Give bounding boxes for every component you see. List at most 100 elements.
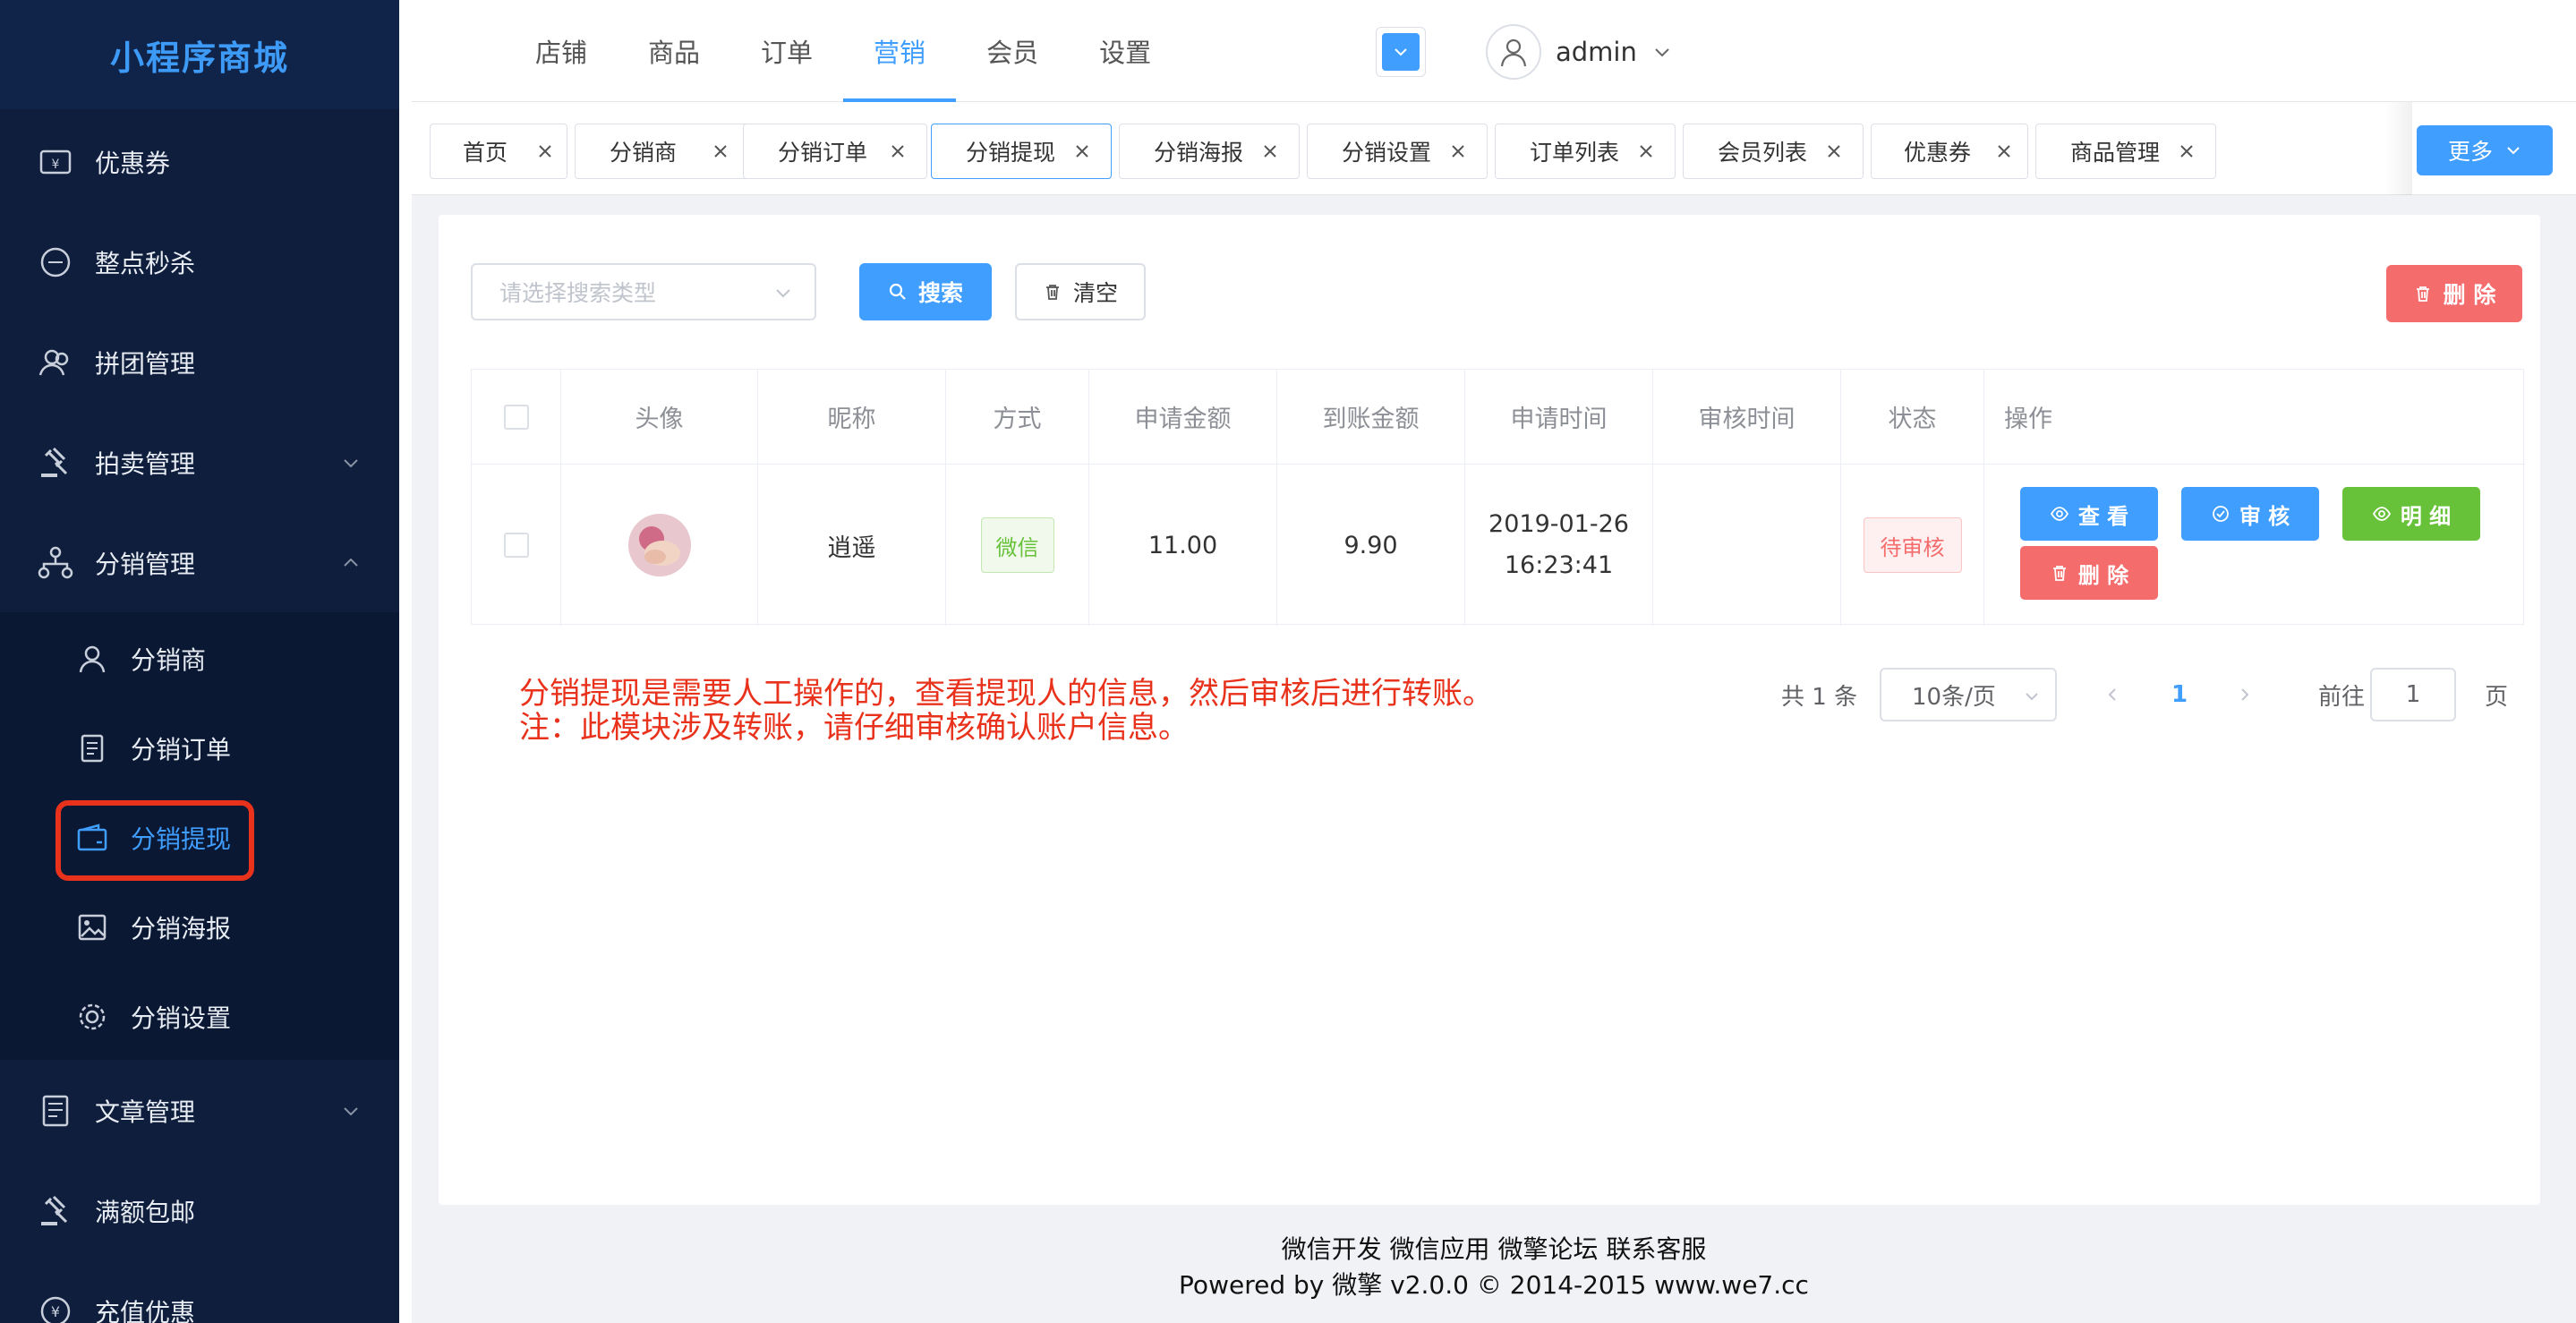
search-button[interactable]: 搜索 [859,263,992,320]
sidebar-item-label: 拼团管理 [95,349,196,379]
sidebar-item-label: 文章管理 [95,1097,196,1127]
sidebar-subitem-label: 分销商 [131,645,207,675]
tag-member-list[interactable]: 会员列表 [1683,124,1864,179]
tab-shop[interactable]: 店铺 [505,0,618,102]
highlight-annotation [55,800,254,881]
flash-sale-icon [40,247,71,277]
tag-label: 分销订单 [778,140,868,166]
sidebar-item-group-buy[interactable]: 拼团管理 [0,322,399,403]
goto-label: 前往 [2318,683,2366,711]
avatar [627,514,691,576]
close-icon[interactable] [1261,142,1279,160]
clear-button-label: 清空 [1072,280,1118,306]
close-icon[interactable] [536,142,554,160]
tab-settings[interactable]: 设置 [1069,0,1181,102]
user-menu[interactable]: admin [1486,23,1673,81]
close-icon[interactable] [1449,142,1467,160]
close-icon[interactable] [1073,142,1091,160]
table-cell-review-time [1653,465,1841,626]
review-button[interactable]: 审 核 [2181,487,2319,541]
prev-page-button[interactable] [2103,668,2121,721]
search-type-select[interactable]: 请选择搜索类型 [471,263,816,320]
tag-home[interactable]: 首页 [430,124,567,179]
sidebar-item-article[interactable]: 文章管理 [0,1071,399,1151]
close-icon[interactable] [2178,142,2196,160]
page-size-select[interactable]: 10条/页 [1880,668,2057,721]
page-number-current[interactable]: 1 [2171,668,2188,721]
article-icon [42,1095,69,1127]
tag-distribution-order[interactable]: 分销订单 [743,124,927,179]
withdrawal-table: 头像 昵称 方式 申请金额 到账金额 申请时间 审核时间 状态 操作 逍遥 微信 [471,369,2525,626]
detail-button[interactable]: 明 细 [2342,487,2480,541]
note-line-1: 分销提现是需要人工操作的，查看提现人的信息，然后审核后进行转账。 [519,676,1493,712]
tab-orders[interactable]: 订单 [730,0,843,102]
close-icon[interactable] [1637,142,1655,160]
sidebar-item-free-shipping[interactable]: 满额包邮 [0,1171,399,1251]
tag-label: 订单列表 [1530,140,1620,166]
search-icon [889,283,906,300]
more-tags-button[interactable]: 更多 [2417,125,2553,175]
tag-label: 分销商 [610,140,678,166]
tag-label: 首页 [463,140,508,166]
tab-marketing[interactable]: 营销 [843,0,957,102]
close-icon[interactable] [889,142,907,160]
trash-icon [2052,566,2066,581]
table-header: 状态 [1841,370,1984,465]
distribution-icon [38,546,73,579]
annotation-note: 分销提现是需要人工操作的，查看提现人的信息，然后审核后进行转账。 注：此模块涉及… [519,677,1493,745]
tag-label: 优惠券 [1904,140,1972,166]
tag-withdrawal[interactable]: 分销提现 [931,124,1112,179]
view-button[interactable]: 查 看 [2020,487,2158,541]
tab-members[interactable]: 会员 [956,0,1069,102]
chevron-down-icon [2026,693,2038,701]
user-icon [79,645,106,673]
close-icon[interactable] [1995,142,2013,160]
close-icon[interactable] [712,142,729,160]
chevron-down-icon [344,459,358,468]
tag-settings[interactable]: 分销设置 [1307,124,1488,179]
order-icon [81,734,104,763]
top-dropdown[interactable] [1376,27,1426,77]
table-header: 操作 [1984,370,2525,465]
close-icon[interactable] [1825,142,1843,160]
row-delete-label: 删 除 [2077,562,2129,588]
top-nav-tabs: 店铺 商品 订单 营销 会员 设置 [505,0,1181,102]
footer-powered: Powered by 微擎 v2.0.0 © 2014-2015 www.we7… [1179,1270,1809,1300]
sidebar-subitem-distributor[interactable]: 分销商 [0,623,399,695]
tag-coupon[interactable]: 优惠券 [1871,124,2028,179]
sidebar-subitem-settings[interactable]: 分销设置 [0,981,399,1053]
row-delete-button[interactable]: 删 除 [2020,546,2158,600]
sidebar-item-coupon[interactable]: ¥ 优惠券 [0,122,399,202]
tag-order-list[interactable]: 订单列表 [1495,124,1676,179]
sidebar-subitem-label: 分销设置 [131,1003,232,1033]
sidebar-item-flash-sale[interactable]: 整点秒杀 [0,222,399,303]
svg-text:¥: ¥ [52,158,60,172]
chevron-down-icon [1655,48,1669,57]
tag-distributor[interactable]: 分销商 [575,124,754,179]
table-cell-method: 微信 [946,465,1089,626]
row-checkbox[interactable] [503,533,529,558]
app-logo: 小程序商城 [0,0,399,109]
chevron-down-icon [776,289,790,298]
tag-label: 分销设置 [1342,140,1432,166]
tag-goods-manage[interactable]: 商品管理 [2035,124,2216,179]
sidebar-item-recharge[interactable]: ¥ 充值优惠 [0,1271,399,1323]
table-header: 方式 [946,370,1089,465]
goto-page-input[interactable]: 1 [2370,668,2456,721]
clear-button[interactable]: 清空 [1015,263,1146,320]
sidebar-item-distribution[interactable]: 分销管理 [0,523,399,603]
footer: 微信开发 微信应用 微擎论坛 联系客服 Powered by 微擎 v2.0.0… [412,1232,2576,1303]
table-header: 到账金额 [1277,370,1465,465]
sidebar-item-auction[interactable]: 拍卖管理 [0,423,399,503]
sidebar-subitem-distribution-order[interactable]: 分销订单 [0,713,399,784]
next-page-button[interactable] [2236,668,2254,721]
footer-links[interactable]: 微信开发 微信应用 微擎论坛 联系客服 [412,1232,2576,1268]
tag-poster[interactable]: 分销海报 [1119,124,1300,179]
select-all-checkbox[interactable] [503,404,529,430]
tab-goods[interactable]: 商品 [618,0,730,102]
sidebar-subitem-poster[interactable]: 分销海报 [0,892,399,963]
image-icon [78,914,107,941]
sidebar-item-label: 满额包邮 [95,1198,196,1227]
batch-delete-button[interactable]: 删 除 [2386,265,2522,322]
user-icon [1500,38,1527,67]
